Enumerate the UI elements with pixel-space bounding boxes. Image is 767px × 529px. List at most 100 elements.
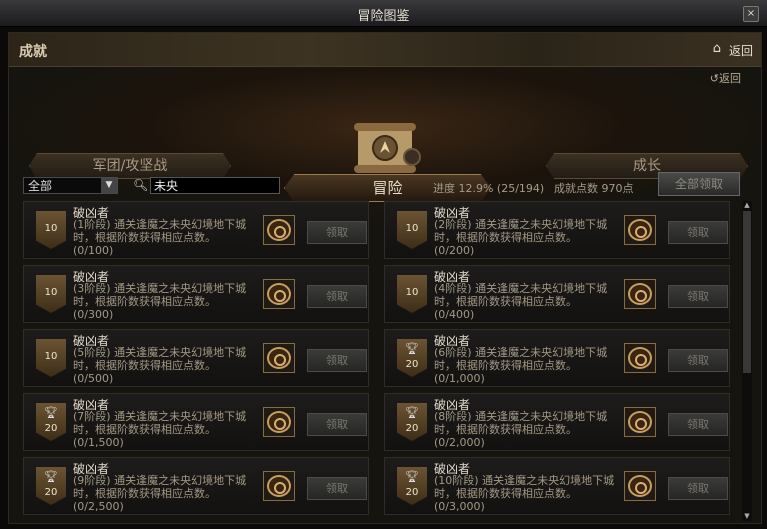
achievement-progress: (0/2,500) — [73, 500, 124, 513]
achievement-progress: (0/3,000) — [434, 500, 485, 513]
back-button[interactable]: 返回 — [729, 42, 753, 59]
points-badge: 10 — [36, 275, 66, 313]
scrollbar-thumb[interactable] — [743, 211, 751, 373]
points-value: 20 — [44, 487, 58, 498]
reward-medal-icon[interactable] — [263, 471, 295, 501]
points-value: 20 — [405, 423, 419, 434]
points-badge: 10 — [397, 275, 427, 313]
trophy-icon: 🏆︎ — [44, 406, 58, 419]
claim-all-button[interactable]: 全部领取 — [658, 172, 740, 196]
progress-text: 进度 12.9% (25/194) — [433, 182, 545, 195]
reward-medal-icon[interactable] — [263, 215, 295, 245]
achievement-description: (6阶段) 通关逢魔之未央幻境地下城时，根据阶数获得相应点数。 — [434, 346, 608, 372]
achievement-progress: (0/200) — [434, 244, 475, 257]
section-header: 成就 ⌂ 返回 — [9, 33, 761, 67]
trophy-icon: 🏆︎ — [405, 470, 419, 483]
achievement-card: 🏆︎ 20 破凶者 (8阶段) 通关逢魔之未央幻境地下城时，根据阶数获得相应点数。 (0… — [384, 393, 730, 451]
achievement-description: (3阶段) 通关逢魔之未央幻境地下城时，根据阶数获得相应点数。 — [73, 282, 247, 308]
points-value: 10 — [405, 287, 419, 298]
claim-button[interactable]: 领取 — [307, 349, 367, 372]
category-select[interactable]: 全部 ▼ — [23, 177, 118, 194]
claim-button[interactable]: 领取 — [668, 413, 728, 436]
points-badge: 🏆︎ 20 — [36, 403, 66, 441]
window-title: 冒险图鉴 — [357, 9, 410, 24]
points-value: 20 — [405, 487, 419, 498]
close-icon[interactable]: × — [743, 6, 759, 22]
search-icon: 🔍︎ — [133, 178, 149, 192]
points-badge: 🏆︎ 20 — [397, 467, 427, 505]
filter-row: 全部 ▼ 🔍︎ 未央 进度 12.9% (25/194) 成就点数 970点 全… — [9, 172, 761, 201]
scroll-up-icon[interactable]: ▲ — [742, 201, 752, 210]
points-badge: 🏆︎ 20 — [397, 403, 427, 441]
achievement-progress: (0/400) — [434, 308, 475, 321]
claim-button[interactable]: 领取 — [668, 221, 728, 244]
achievement-progress: (0/1,000) — [434, 372, 485, 385]
search-input[interactable]: 未央 — [150, 177, 280, 194]
reward-medal-icon[interactable] — [624, 407, 656, 437]
points-value: 20 — [405, 359, 419, 370]
points-badge: 10 — [36, 211, 66, 249]
achievement-card: 🏆︎ 20 破凶者 (7阶段) 通关逢魔之未央幻境地下城时，根据阶数获得相应点数。 (0… — [23, 393, 369, 451]
achievement-card: 🏆︎ 20 破凶者 (9阶段) 通关逢魔之未央幻境地下城时，根据阶数获得相应点数。 (0… — [23, 457, 369, 515]
chevron-down-icon[interactable]: ▼ — [101, 178, 117, 193]
points-value: 10 — [44, 287, 58, 298]
achievement-points-text: 成就点数 970点 — [554, 182, 634, 195]
achievement-description: (10阶段) 通关逢魔之未央幻境地下城时，根据阶数获得相应点数。 — [434, 474, 615, 500]
achievement-description: (2阶段) 通关逢魔之未央幻境地下城时，根据阶数获得相应点数。 — [434, 218, 608, 244]
achievement-card: 10 破凶者 (2阶段) 通关逢魔之未央幻境地下城时，根据阶数获得相应点数。 (0/2… — [384, 201, 730, 259]
main-frame: 成就 ⌂ 返回 军团/攻坚战 成长 冒险 ↺返回 全部 ▼ 🔍︎ 未央 进度 1… — [8, 32, 762, 524]
trophy-icon: 🏆︎ — [405, 406, 419, 419]
points-value: 20 — [44, 423, 58, 434]
sub-back-label: 返回 — [719, 72, 741, 85]
reward-medal-icon[interactable] — [263, 407, 295, 437]
achievement-description: (5阶段) 通关逢魔之未央幻境地下城时，根据阶数获得相应点数。 — [73, 346, 247, 372]
achievement-description: (4阶段) 通关逢魔之未央幻境地下城时，根据阶数获得相应点数。 — [434, 282, 608, 308]
scroll-compass-icon — [354, 123, 421, 173]
achievement-progress: (0/300) — [73, 308, 114, 321]
claim-button[interactable]: 领取 — [307, 477, 367, 500]
claim-button[interactable]: 领取 — [307, 413, 367, 436]
achievement-card: 🏆︎ 20 破凶者 (6阶段) 通关逢魔之未央幻境地下城时，根据阶数获得相应点数。 (0… — [384, 329, 730, 387]
achievement-card: 10 破凶者 (1阶段) 通关逢魔之未央幻境地下城时，根据阶数获得相应点数。 (0/1… — [23, 201, 369, 259]
achievement-progress: (0/500) — [73, 372, 114, 385]
achievement-progress: (0/1,500) — [73, 436, 124, 449]
points-value: 10 — [44, 223, 58, 234]
window-titlebar: 冒险图鉴 × — [0, 0, 767, 27]
points-badge: 10 — [397, 211, 427, 249]
achievement-card: 10 破凶者 (3阶段) 通关逢魔之未央幻境地下城时，根据阶数获得相应点数。 (0/3… — [23, 265, 369, 323]
claim-button[interactable]: 领取 — [668, 349, 728, 372]
reward-medal-icon[interactable] — [624, 471, 656, 501]
achievement-list: 10 破凶者 (1阶段) 通关逢魔之未央幻境地下城时，根据阶数获得相应点数。 (0/1… — [23, 201, 733, 521]
achievement-progress: (0/2,000) — [434, 436, 485, 449]
achievement-description: (8阶段) 通关逢魔之未央幻境地下城时，根据阶数获得相应点数。 — [434, 410, 608, 436]
points-badge: 🏆︎ 20 — [397, 339, 427, 377]
reward-medal-icon[interactable] — [624, 279, 656, 309]
achievement-description: (7阶段) 通关逢魔之未央幻境地下城时，根据阶数获得相应点数。 — [73, 410, 247, 436]
section-title: 成就 — [19, 44, 47, 60]
reward-medal-icon[interactable] — [263, 279, 295, 309]
achievement-card: 10 破凶者 (4阶段) 通关逢魔之未央幻境地下城时，根据阶数获得相应点数。 (0/4… — [384, 265, 730, 323]
points-value: 10 — [44, 351, 58, 362]
category-select-value: 全部 — [28, 179, 53, 193]
claim-button[interactable]: 领取 — [668, 285, 728, 308]
reward-medal-icon[interactable] — [624, 343, 656, 373]
sub-back-button[interactable]: ↺返回 — [710, 70, 741, 86]
claim-button[interactable]: 领取 — [307, 221, 367, 244]
points-badge: 🏆︎ 20 — [36, 467, 66, 505]
points-badge: 10 — [36, 339, 66, 377]
achievement-progress: (0/100) — [73, 244, 114, 257]
reward-medal-icon[interactable] — [263, 343, 295, 373]
refresh-icon: ↺ — [709, 72, 719, 85]
claim-button[interactable]: 领取 — [668, 477, 728, 500]
trophy-icon: 🏆︎ — [405, 342, 419, 355]
points-value: 10 — [405, 223, 419, 234]
reward-medal-icon[interactable] — [624, 215, 656, 245]
scroll-down-icon[interactable]: ▼ — [742, 512, 752, 521]
claim-button[interactable]: 领取 — [307, 285, 367, 308]
achievement-description: (9阶段) 通关逢魔之未央幻境地下城时，根据阶数获得相应点数。 — [73, 474, 247, 500]
scrollbar[interactable]: ▲ ▼ — [742, 201, 752, 521]
achievement-card: 10 破凶者 (5阶段) 通关逢魔之未央幻境地下城时，根据阶数获得相应点数。 (0/5… — [23, 329, 369, 387]
home-icon[interactable]: ⌂ — [713, 41, 721, 56]
achievement-description: (1阶段) 通关逢魔之未央幻境地下城时，根据阶数获得相应点数。 — [73, 218, 247, 244]
trophy-icon: 🏆︎ — [44, 470, 58, 483]
